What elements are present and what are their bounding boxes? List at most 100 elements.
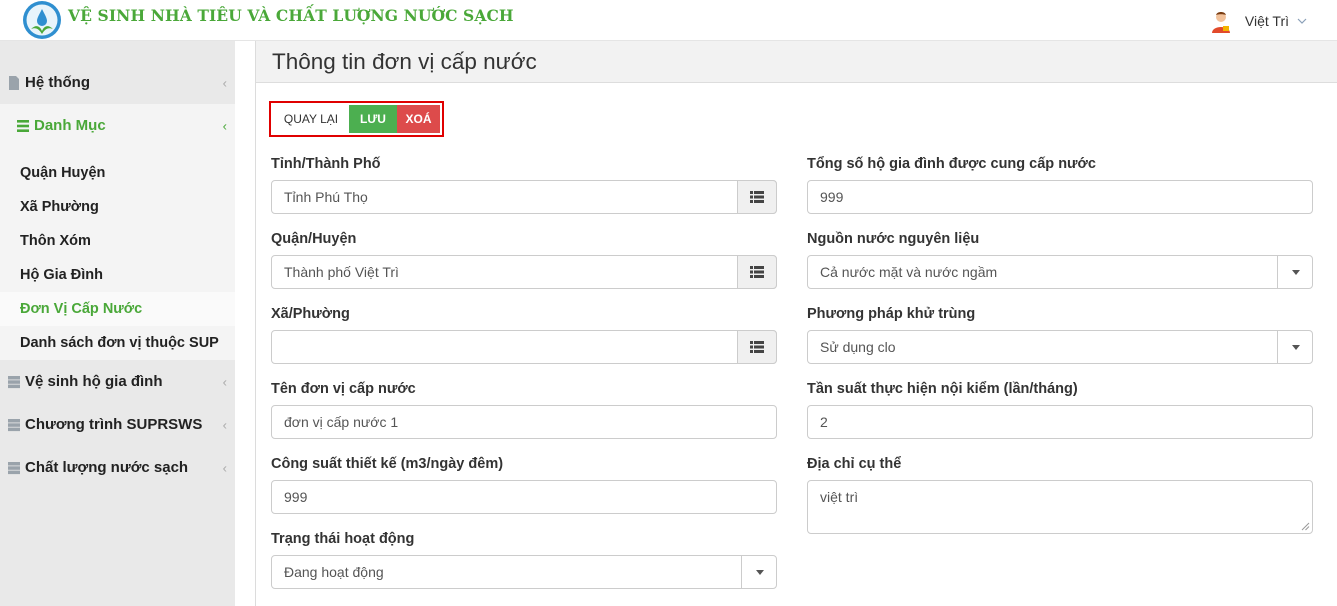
chevron-left-icon: ‹: [222, 460, 227, 475]
sidebar-item-categories[interactable]: Danh Mục ‹: [0, 104, 235, 147]
capacity-label: Công suất thiết kế (m3/ngày đêm): [271, 456, 504, 472]
status-dropdown-toggle[interactable]: [741, 555, 777, 589]
frequency-label: Tần suất thực hiện nội kiểm (lần/tháng): [807, 381, 1078, 397]
form-column-left: Tỉnh/Thành Phố Tỉnh Phú Thọ Quận/Huyện T…: [271, 151, 777, 601]
list-icon: [750, 341, 764, 353]
ward-field: Xã/Phường: [271, 301, 777, 376]
unit-name-field: Tên đơn vị cấp nước đơn vị cấp nước 1: [271, 376, 777, 451]
main-content: Thông tin đơn vị cấp nước QUAY LẠI LƯU X…: [255, 41, 1337, 606]
user-avatar-icon: [1211, 12, 1230, 33]
capacity-value: 999: [284, 489, 308, 505]
caret-down-icon: [1291, 269, 1300, 275]
disinfection-value: Sử dụng clo: [820, 339, 896, 355]
district-value: Thành phố Việt Trì: [284, 264, 399, 280]
caret-down-icon: [1291, 344, 1300, 350]
province-value: Tỉnh Phú Thọ: [284, 189, 368, 205]
sidebar-item-water-quality[interactable]: Chất lượng nước sạch ‹: [0, 446, 235, 489]
top-header: VỆ SINH NHÀ TIÊU VÀ CHẤT LƯỢNG NƯỚC SẠCH…: [0, 0, 1337, 41]
sidebar-item-household-sanitation[interactable]: Vệ sinh hộ gia đình ‹: [0, 360, 235, 403]
capacity-input[interactable]: 999: [271, 480, 777, 514]
status-select[interactable]: Đang hoạt động: [271, 555, 777, 589]
frequency-input[interactable]: 2: [807, 405, 1313, 439]
server-icon: [8, 418, 20, 431]
form-column-right: Tổng số hộ gia đình được cung cấp nước 9…: [807, 151, 1313, 534]
delete-button[interactable]: XOÁ: [397, 105, 440, 133]
chevron-left-icon: ‹: [222, 374, 227, 389]
sidebar-subitem-districts[interactable]: Quận Huyện: [0, 156, 235, 190]
province-field: Tỉnh/Thành Phố Tỉnh Phú Thọ: [271, 151, 777, 226]
unit-name-input[interactable]: đơn vị cấp nước 1: [271, 405, 777, 439]
action-toolbar: QUAY LẠI LƯU XOÁ: [269, 101, 444, 137]
server-icon: [8, 375, 20, 388]
list-icon: [750, 266, 764, 278]
sidebar-subitem-households[interactable]: Hộ Gia Đình: [0, 258, 235, 292]
households-field: Tổng số hộ gia đình được cung cấp nước 9…: [807, 151, 1313, 226]
unit-name-label: Tên đơn vị cấp nước: [271, 381, 416, 397]
submenu-spacer: [0, 147, 235, 156]
page-title: Thông tin đơn vị cấp nước: [272, 48, 537, 74]
province-picker-button[interactable]: [737, 180, 777, 214]
sidebar-submenu: Quận Huyện Xã Phường Thôn Xóm Hộ Gia Đìn…: [0, 147, 235, 360]
sidebar-subitem-water-units[interactable]: Đơn Vị Cấp Nước: [0, 292, 235, 326]
water-source-value: Cả nước mặt và nước ngầm: [820, 264, 998, 280]
status-label: Trạng thái hoạt động: [271, 531, 415, 547]
address-textarea[interactable]: việt trì: [807, 480, 1313, 534]
sidebar-item-label: Danh Mục: [34, 117, 106, 134]
app-logo[interactable]: [22, 0, 62, 40]
sidebar-item-label: Chương trình SUPRSWS: [25, 416, 203, 433]
sidebar-item-label: Vệ sinh hộ gia đình: [25, 373, 163, 390]
unit-name-value: đơn vị cấp nước 1: [284, 414, 399, 430]
district-picker-button[interactable]: [737, 255, 777, 289]
ward-input[interactable]: [271, 330, 777, 364]
address-value: việt trì: [820, 489, 859, 505]
sidebar-item-label: Hệ thống: [25, 74, 90, 91]
frequency-field: Tần suất thực hiện nội kiểm (lần/tháng) …: [807, 376, 1313, 451]
water-source-select[interactable]: Cả nước mặt và nước ngầm: [807, 255, 1313, 289]
sidebar-item-system[interactable]: Hệ thống ‹: [0, 61, 235, 104]
disinfection-dropdown-toggle[interactable]: [1277, 330, 1313, 364]
province-input[interactable]: Tỉnh Phú Thọ: [271, 180, 777, 214]
disinfection-label: Phương pháp khử trùng: [807, 306, 976, 322]
households-input[interactable]: 999: [807, 180, 1313, 214]
app-title: VỆ SINH NHÀ TIÊU VÀ CHẤT LƯỢNG NƯỚC SẠCH: [68, 6, 514, 25]
resize-grip-icon[interactable]: [1301, 522, 1310, 531]
chevron-left-icon: ‹: [222, 417, 227, 432]
server-icon: [8, 461, 20, 474]
list-icon: [750, 191, 764, 203]
save-button[interactable]: LƯU: [349, 105, 397, 133]
district-field: Quận/Huyện Thành phố Việt Trì: [271, 226, 777, 301]
sidebar-subitem-wards[interactable]: Xã Phường: [0, 190, 235, 224]
address-label: Địa chỉ cụ thể: [807, 456, 902, 472]
status-field: Trạng thái hoạt động Đang hoạt động: [271, 526, 777, 601]
water-source-label: Nguồn nước nguyên liệu: [807, 231, 980, 247]
frequency-value: 2: [820, 414, 828, 430]
chevron-left-icon: ‹: [222, 75, 227, 90]
capacity-field: Công suất thiết kế (m3/ngày đêm) 999: [271, 451, 777, 526]
ward-label: Xã/Phường: [271, 306, 350, 322]
province-label: Tỉnh/Thành Phố: [271, 156, 381, 172]
back-button[interactable]: QUAY LẠI: [273, 105, 349, 133]
address-field: Địa chỉ cụ thể việt trì: [807, 451, 1313, 534]
district-label: Quận/Huyện: [271, 231, 357, 247]
sidebar-subitem-hamlets[interactable]: Thôn Xóm: [0, 224, 235, 258]
households-value: 999: [820, 189, 844, 205]
district-input[interactable]: Thành phố Việt Trì: [271, 255, 777, 289]
households-label: Tổng số hộ gia đình được cung cấp nước: [807, 156, 1096, 172]
user-menu[interactable]: Việt Trì: [1209, 9, 1307, 33]
water-source-dropdown-toggle[interactable]: [1277, 255, 1313, 289]
disinfection-select[interactable]: Sử dụng clo: [807, 330, 1313, 364]
disinfection-field: Phương pháp khử trùng Sử dụng clo: [807, 301, 1313, 376]
page-header: Thông tin đơn vị cấp nước: [256, 41, 1337, 83]
chevron-down-icon: [1297, 18, 1307, 24]
caret-down-icon: [755, 569, 764, 575]
chevron-left-icon: ‹: [222, 118, 227, 133]
sidebar-item-suprsws[interactable]: Chương trình SUPRSWS ‹: [0, 403, 235, 446]
water-source-field: Nguồn nước nguyên liệu Cả nước mặt và nư…: [807, 226, 1313, 301]
sidebar-item-label: Chất lượng nước sạch: [25, 459, 189, 476]
list-icon: [17, 119, 29, 132]
status-value: Đang hoạt động: [284, 564, 384, 580]
user-name: Việt Trì: [1244, 13, 1289, 29]
sidebar-subitem-sup-units[interactable]: Danh sách đơn vị thuộc SUP: [0, 326, 235, 360]
ward-picker-button[interactable]: [737, 330, 777, 364]
sidebar: Hệ thống ‹ Danh Mục ‹ Quận Huyện Xã Phườ…: [0, 41, 235, 606]
